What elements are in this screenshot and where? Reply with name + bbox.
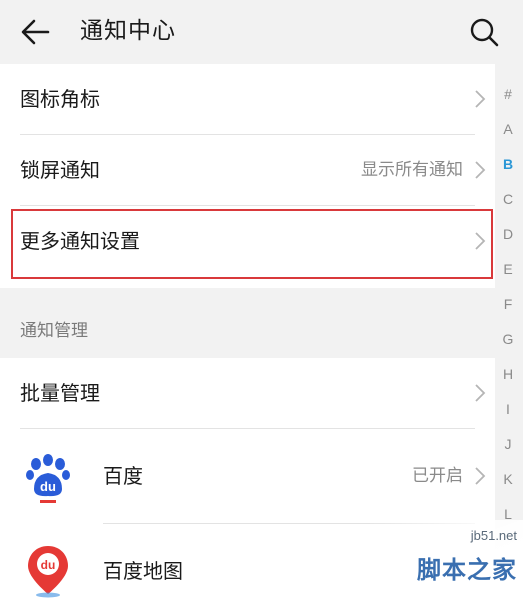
chevron-right-icon: [475, 90, 486, 108]
lock-screen-label: 锁屏通知: [20, 158, 100, 182]
watermark-name: 脚本之家: [417, 556, 517, 584]
back-button[interactable]: [18, 14, 54, 50]
batch-management-label: 批量管理: [20, 381, 100, 405]
batch-management-row[interactable]: 批量管理: [0, 358, 495, 428]
search-icon: [470, 18, 499, 47]
icon-badge-row[interactable]: 图标角标: [0, 64, 495, 134]
section-title: 通知管理: [20, 321, 88, 341]
app-name-baidu-map: 百度地图: [103, 559, 183, 583]
index-letter-i[interactable]: I: [497, 401, 519, 417]
baidu-paw-icon: du: [20, 449, 76, 505]
index-letter-c[interactable]: C: [497, 191, 519, 207]
app-row-baidu[interactable]: du 百度 已开启: [0, 429, 495, 523]
index-letter-j[interactable]: J: [497, 436, 519, 452]
search-button[interactable]: [466, 14, 502, 50]
index-letter-h[interactable]: H: [497, 366, 519, 382]
lock-screen-row[interactable]: 锁屏通知 显示所有通知: [0, 135, 495, 205]
baidu-map-pin-icon: du: [28, 546, 68, 598]
chevron-right-icon: [475, 384, 486, 402]
highlight-box: [11, 209, 493, 279]
alphabet-index-bar[interactable]: # A B C D E F G H I J K L: [497, 86, 519, 536]
index-letter-f[interactable]: F: [497, 296, 519, 312]
arrow-left-icon: [21, 19, 50, 45]
top-app-bar: 通知中心: [0, 0, 523, 64]
svg-text:du: du: [40, 479, 56, 494]
index-letter-e[interactable]: E: [497, 261, 519, 277]
index-letter-k[interactable]: K: [497, 471, 519, 487]
icon-badge-label: 图标角标: [20, 87, 100, 111]
index-letter-a[interactable]: A: [497, 121, 519, 137]
chevron-right-icon: [475, 161, 486, 179]
index-letter-g[interactable]: G: [497, 331, 519, 347]
svg-text:du: du: [41, 558, 56, 572]
index-letter-b[interactable]: B: [497, 156, 519, 172]
page-title: 通知中心: [80, 18, 176, 44]
index-letter-d[interactable]: D: [497, 226, 519, 242]
app-status-baidu: 已开启: [412, 466, 463, 486]
chevron-right-icon: [475, 467, 486, 485]
lock-screen-value: 显示所有通知: [361, 160, 463, 180]
watermark-url: jb51.net: [470, 528, 517, 543]
app-name-baidu: 百度: [103, 464, 143, 488]
watermark: jb51.net 脚本之家: [370, 520, 523, 599]
index-letter-hash[interactable]: #: [497, 86, 519, 102]
